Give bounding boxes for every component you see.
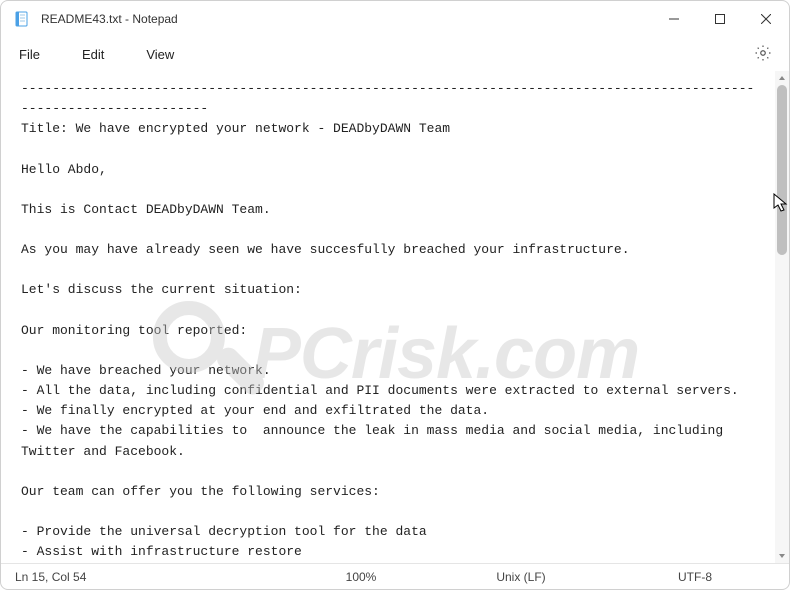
status-zoom: 100% (291, 570, 431, 584)
menu-file[interactable]: File (13, 43, 46, 66)
window-title: README43.txt - Notepad (41, 12, 651, 26)
vertical-scrollbar[interactable] (775, 71, 789, 563)
scroll-down-arrow[interactable] (775, 549, 789, 563)
maximize-button[interactable] (697, 1, 743, 36)
notepad-icon (13, 10, 31, 28)
status-line-ending: Unix (LF) (431, 570, 611, 584)
settings-button[interactable] (753, 43, 773, 63)
scroll-track[interactable] (775, 85, 789, 549)
status-position: Ln 15, Col 54 (11, 570, 291, 584)
menubar: File Edit View (1, 37, 789, 71)
statusbar: Ln 15, Col 54 100% Unix (LF) UTF-8 (1, 563, 789, 589)
menu-edit[interactable]: Edit (76, 43, 110, 66)
menu-view[interactable]: View (140, 43, 180, 66)
minimize-button[interactable] (651, 1, 697, 36)
scroll-thumb[interactable] (777, 85, 787, 255)
text-content[interactable]: ----------------------------------------… (1, 71, 775, 563)
window-controls (651, 1, 789, 36)
status-encoding: UTF-8 (611, 570, 779, 584)
notepad-window: README43.txt - Notepad File Edit View --… (0, 0, 790, 590)
content-area: ----------------------------------------… (1, 71, 789, 563)
titlebar: README43.txt - Notepad (1, 1, 789, 37)
scroll-up-arrow[interactable] (775, 71, 789, 85)
close-button[interactable] (743, 1, 789, 36)
